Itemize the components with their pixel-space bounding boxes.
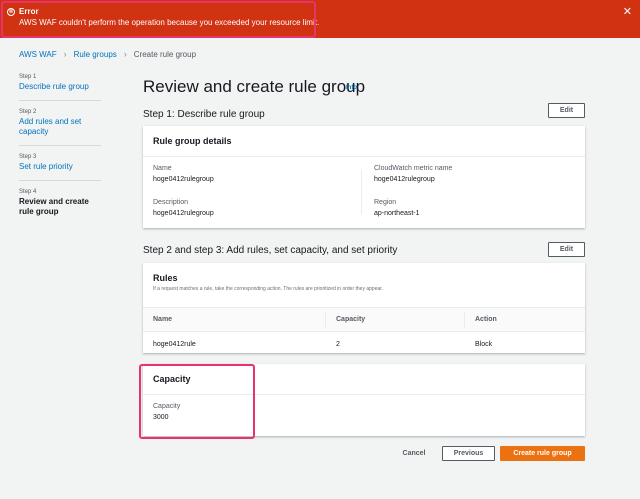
step-1: Step 1 Describe rule group	[19, 74, 101, 101]
metric-label: CloudWatch metric name	[374, 165, 453, 172]
breadcrumb: AWS WAF › Rule groups › Create rule grou…	[19, 49, 196, 59]
rule-name-cell: hoge0412rule	[153, 341, 196, 348]
breadcrumb-rule-groups[interactable]: Rule groups	[74, 50, 117, 59]
region-label: Region	[374, 199, 397, 206]
region-field: Region ap-northeast-1	[374, 199, 420, 217]
name-label: Name	[153, 165, 172, 172]
wizard-steps: Step 1 Describe rule group Step 2 Add ru…	[19, 74, 101, 233]
rule-capacity-cell: 2	[336, 341, 340, 348]
step-link-priority[interactable]: Set rule priority	[19, 162, 101, 172]
cancel-button[interactable]: Cancel	[396, 446, 432, 461]
page-title: Review and create rule group	[143, 77, 366, 96]
step23-heading: Step 2 and step 3: Add rules, set capaci…	[143, 245, 398, 256]
capacity-highlight-box	[139, 364, 255, 439]
create-rule-group-button[interactable]: Create rule group	[500, 446, 585, 461]
step-link-describe[interactable]: Describe rule group	[19, 82, 101, 92]
breadcrumb-current: Create rule group	[133, 49, 197, 59]
close-icon[interactable]: ✕	[623, 5, 632, 18]
name-field: Name hoge0412rulegroup	[153, 165, 214, 183]
rules-title: Rules	[153, 273, 178, 283]
previous-button[interactable]: Previous	[442, 446, 495, 461]
column-divider	[464, 312, 465, 328]
error-highlight-box	[1, 1, 316, 38]
breadcrumb-separator-icon: ›	[63, 49, 67, 59]
breadcrumb-separator-icon: ›	[123, 49, 127, 59]
description-value: hoge0412rulegroup	[153, 210, 214, 217]
name-value: hoge0412rulegroup	[153, 176, 214, 183]
step-link-add-rules[interactable]: Add rules and set capacity	[19, 117, 101, 137]
step-3: Step 3 Set rule priority	[19, 154, 101, 181]
panel-header: Rule group details	[143, 126, 585, 157]
column-divider	[361, 169, 362, 214]
step-number: Step 3	[19, 154, 37, 160]
step1-heading: Step 1: Describe rule group	[143, 109, 265, 120]
description-field: Description hoge0412rulegroup	[153, 199, 214, 217]
step-2: Step 2 Add rules and set capacity	[19, 109, 101, 146]
breadcrumb-aws-waf[interactable]: AWS WAF	[19, 50, 57, 59]
step-number: Step 2	[19, 109, 37, 115]
description-label: Description	[153, 199, 189, 206]
step1-edit-button[interactable]: Edit	[548, 103, 585, 118]
step-number: Step 4	[19, 189, 37, 195]
panel-title: Rule group details	[153, 136, 232, 146]
rules-description: If a request matches a rule, take the co…	[153, 286, 384, 292]
step-current-review: Review and create rule group	[19, 197, 89, 216]
rule-group-details-panel: Rule group details Name hoge0412rulegrou…	[143, 126, 585, 228]
region-value: ap-northeast-1	[374, 210, 420, 217]
column-header-action: Action	[475, 316, 497, 323]
column-header-capacity: Capacity	[336, 316, 366, 323]
info-link[interactable]: Info	[346, 85, 357, 91]
rules-panel: Rules If a request matches a rule, take …	[143, 263, 585, 353]
step-number: Step 1	[19, 74, 37, 80]
rules-header: Rules If a request matches a rule, take …	[143, 263, 585, 308]
step23-edit-button[interactable]: Edit	[548, 242, 585, 257]
metric-value: hoge0412rulegroup	[374, 176, 435, 183]
rule-action-cell: Block	[475, 341, 493, 348]
table-header: Name Capacity Action	[143, 308, 585, 332]
step-4: Step 4 Review and create rule group	[19, 189, 101, 225]
column-divider	[325, 312, 326, 328]
metric-field: CloudWatch metric name hoge0412rulegroup	[374, 165, 452, 183]
column-header-name: Name	[153, 316, 173, 323]
